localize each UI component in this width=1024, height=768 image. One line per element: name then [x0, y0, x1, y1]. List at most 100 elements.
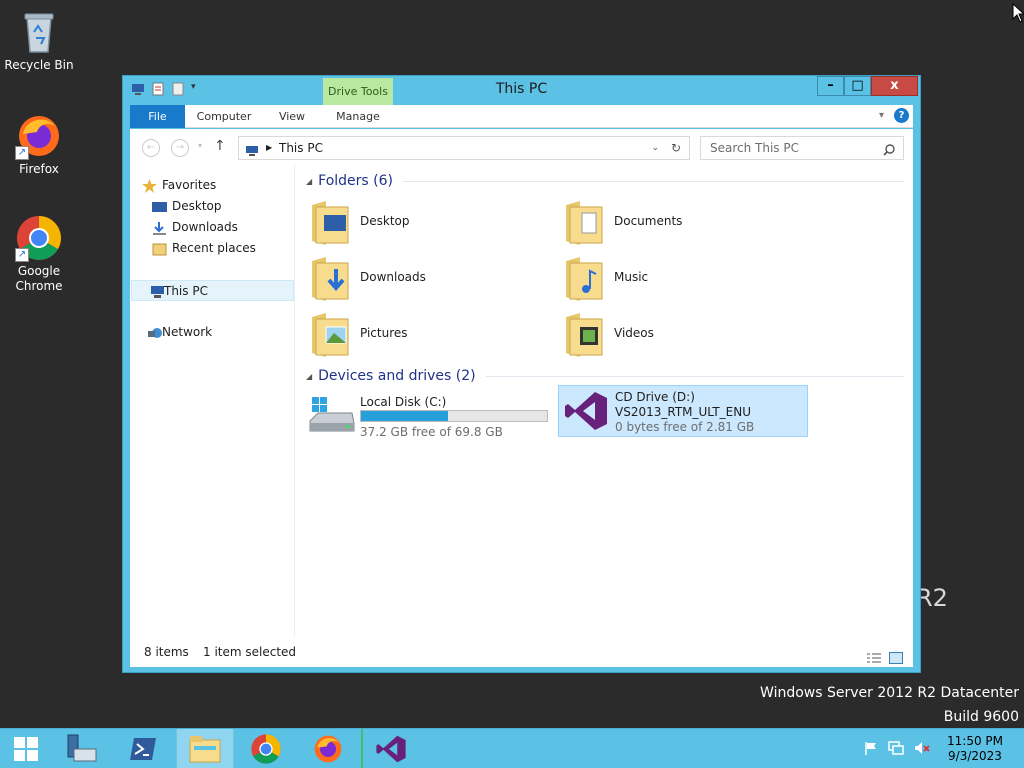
- downloads-folder-icon: [312, 257, 349, 301]
- back-button[interactable]: ←: [142, 139, 160, 157]
- minimize-button[interactable]: –: [817, 76, 844, 96]
- music-folder-icon: [566, 257, 603, 301]
- nav-item-network[interactable]: Network: [130, 322, 294, 343]
- collapse-triangle-icon[interactable]: ◢: [306, 372, 312, 381]
- clock-date: 9/3/2023: [948, 749, 1002, 763]
- nav-item-recent-places[interactable]: Recent places: [130, 238, 294, 259]
- navigation-bar: ← → ▾ ↑ ▶ This PC ⌄ ↻ Search This PC: [130, 129, 913, 165]
- os-build-text: Build 9600: [943, 709, 1019, 725]
- details-view-icon[interactable]: [867, 645, 881, 675]
- taskbar: 11:50 PM 9/3/2023: [0, 728, 1024, 768]
- drive-cd-d[interactable]: CD Drive (D:) VS2013_RTM_ULT_ENU 0 bytes…: [558, 385, 808, 437]
- folder-music[interactable]: Music: [552, 253, 802, 305]
- os-edition-text: Windows Server 2012 R2 Datacenter: [760, 685, 1019, 701]
- desktop-icon: [152, 200, 167, 213]
- desktop-icon-firefox[interactable]: ↗ Firefox: [1, 112, 77, 177]
- content-area: Favorites Desktop Downloads Recent place…: [130, 165, 913, 637]
- documents-folder-icon: [566, 201, 603, 245]
- close-button[interactable]: x: [871, 76, 918, 96]
- refresh-icon[interactable]: ↻: [671, 137, 681, 159]
- start-button[interactable]: [0, 729, 52, 768]
- taskbar-powershell[interactable]: [114, 729, 172, 768]
- star-icon: [142, 179, 157, 193]
- address-dropdown-icon[interactable]: ⌄: [651, 137, 659, 159]
- taskbar-file-explorer[interactable]: [176, 729, 234, 768]
- search-input[interactable]: Search This PC: [700, 136, 904, 160]
- desktop-icon-recycle-bin[interactable]: Recycle Bin: [1, 8, 77, 73]
- address-bar[interactable]: ▶ This PC ⌄ ↻: [238, 136, 690, 160]
- nav-item-label: Network: [162, 325, 213, 339]
- large-icons-view-icon[interactable]: [889, 645, 903, 675]
- computer-icon: [245, 142, 259, 164]
- windows-logo-icon: [14, 737, 38, 761]
- tab-file[interactable]: File: [130, 105, 185, 128]
- help-icon[interactable]: ?: [894, 108, 909, 123]
- desktop-icon-chrome[interactable]: ↗ Google Chrome: [1, 214, 77, 294]
- selection-count: 1 item selected: [203, 645, 297, 659]
- expand-ribbon-icon[interactable]: ▾: [879, 110, 884, 121]
- folder-documents[interactable]: Documents: [552, 197, 802, 249]
- window-title: This PC: [495, 81, 548, 97]
- drive-local-disk-c[interactable]: Local Disk (C:) 37.2 GB free of 69.8 GB: [304, 391, 554, 443]
- address-text: This PC: [279, 141, 323, 155]
- clock-time: 11:50 PM: [947, 734, 1003, 748]
- folders-group-header[interactable]: ◢ Folders (6): [306, 171, 904, 191]
- mouse-cursor-icon: [1012, 3, 1024, 23]
- tab-computer[interactable]: Computer: [192, 105, 256, 128]
- volume-muted-icon[interactable]: [914, 741, 930, 758]
- maximize-button[interactable]: □: [844, 76, 871, 96]
- nav-item-favorites[interactable]: Favorites: [130, 175, 294, 196]
- taskbar-clock[interactable]: 11:50 PM 9/3/2023: [940, 734, 1010, 764]
- navigation-pane: Favorites Desktop Downloads Recent place…: [130, 165, 295, 637]
- recent-locations-icon[interactable]: ▾: [198, 141, 202, 150]
- folder-pictures[interactable]: Pictures: [298, 309, 548, 361]
- collapse-triangle-icon[interactable]: ◢: [306, 177, 312, 186]
- recycle-bin-icon: [15, 8, 63, 56]
- status-bar: 8 items 1 item selected: [130, 637, 913, 667]
- action-center-flag-icon[interactable]: [864, 741, 878, 758]
- folder-downloads[interactable]: Downloads: [298, 253, 548, 305]
- videos-folder-icon: [566, 313, 603, 357]
- recent-places-icon: [152, 242, 167, 256]
- file-explorer-icon: [189, 736, 221, 763]
- local-disk-icon: [309, 397, 355, 432]
- devices-group-header[interactable]: ◢ Devices and drives (2): [306, 366, 904, 386]
- search-icon[interactable]: [883, 141, 895, 163]
- up-arrow-icon[interactable]: ↑: [214, 138, 226, 154]
- shortcut-arrow-icon: ↗: [15, 146, 29, 160]
- system-tray: 11:50 PM 9/3/2023: [864, 729, 1024, 768]
- chrome-icon: [251, 734, 281, 764]
- tab-view[interactable]: View: [268, 105, 316, 128]
- taskbar-firefox[interactable]: [299, 729, 357, 768]
- desktop-icon-label: Google Chrome: [15, 264, 63, 293]
- nav-item-desktop[interactable]: Desktop: [130, 196, 294, 217]
- desktop-icon-label: Firefox: [19, 162, 59, 176]
- chrome-icon: ↗: [15, 214, 63, 262]
- nav-item-label: Downloads: [172, 220, 238, 234]
- nav-item-this-pc[interactable]: This PC: [131, 280, 294, 301]
- tab-manage[interactable]: Manage: [323, 105, 393, 128]
- title-bar[interactable]: ▾ Drive Tools This PC – □ x: [123, 76, 920, 106]
- firefox-icon: ↗: [15, 112, 63, 160]
- this-pc-icon: [150, 285, 165, 298]
- explorer-window[interactable]: ▾ Drive Tools This PC – □ x File Compute…: [122, 75, 921, 673]
- nav-item-label: This PC: [164, 284, 208, 298]
- desktop-folder-icon: [312, 201, 349, 245]
- taskbar-visual-studio[interactable]: [361, 729, 419, 768]
- folder-videos[interactable]: Videos: [552, 309, 802, 361]
- network-icon[interactable]: [888, 740, 904, 758]
- forward-button[interactable]: →: [171, 139, 189, 157]
- visual-studio-icon: [376, 735, 406, 763]
- disk-usage-bar: [360, 410, 548, 422]
- ribbon-tabs: File Computer View Manage ▾ ?: [130, 105, 913, 128]
- taskbar-server-manager[interactable]: [52, 729, 110, 768]
- server-manager-icon: [67, 734, 97, 762]
- nav-item-downloads[interactable]: Downloads: [130, 217, 294, 238]
- breadcrumb-chevron-icon[interactable]: ▶: [266, 137, 272, 159]
- folder-desktop[interactable]: Desktop: [298, 197, 548, 249]
- firefox-icon: [314, 735, 342, 763]
- main-pane: ◢ Folders (6) Desktop Documents Download…: [296, 165, 913, 637]
- powershell-icon: [130, 738, 156, 760]
- taskbar-chrome[interactable]: [237, 729, 295, 768]
- visual-studio-icon: [565, 392, 607, 430]
